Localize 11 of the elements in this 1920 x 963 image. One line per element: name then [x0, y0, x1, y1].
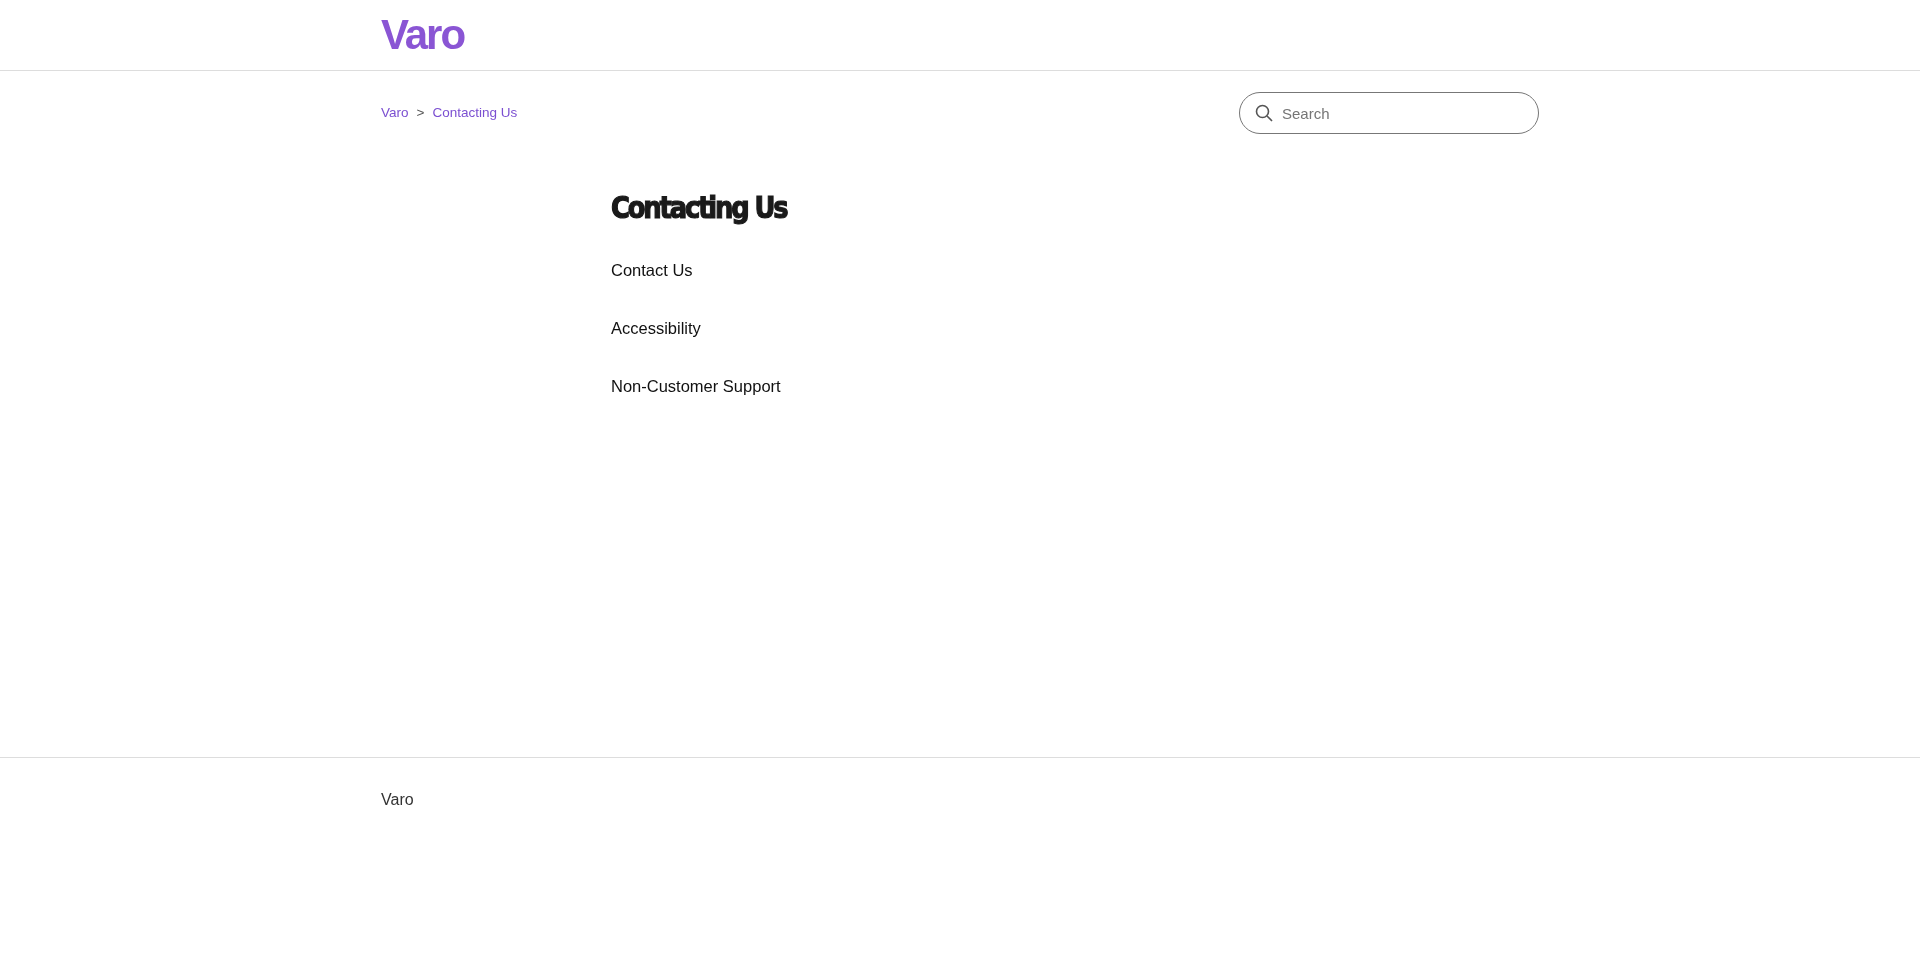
article-link[interactable]: Non-Customer Support — [611, 373, 781, 399]
breadcrumb-separator: > — [416, 103, 425, 122]
footer-text: Varo — [381, 791, 414, 808]
article-link[interactable]: Accessibility — [611, 315, 701, 341]
search-icon — [1255, 104, 1273, 122]
search-field[interactable]: Search — [1239, 92, 1539, 134]
page-title: Contacting Us — [611, 190, 788, 226]
breadcrumb-link[interactable]: Varo — [381, 102, 409, 124]
article-link[interactable]: Contact Us — [611, 258, 693, 283]
varo-logo[interactable]: Varo — [381, 0, 465, 56]
breadcrumb-link[interactable]: Contacting Us — [432, 102, 518, 124]
